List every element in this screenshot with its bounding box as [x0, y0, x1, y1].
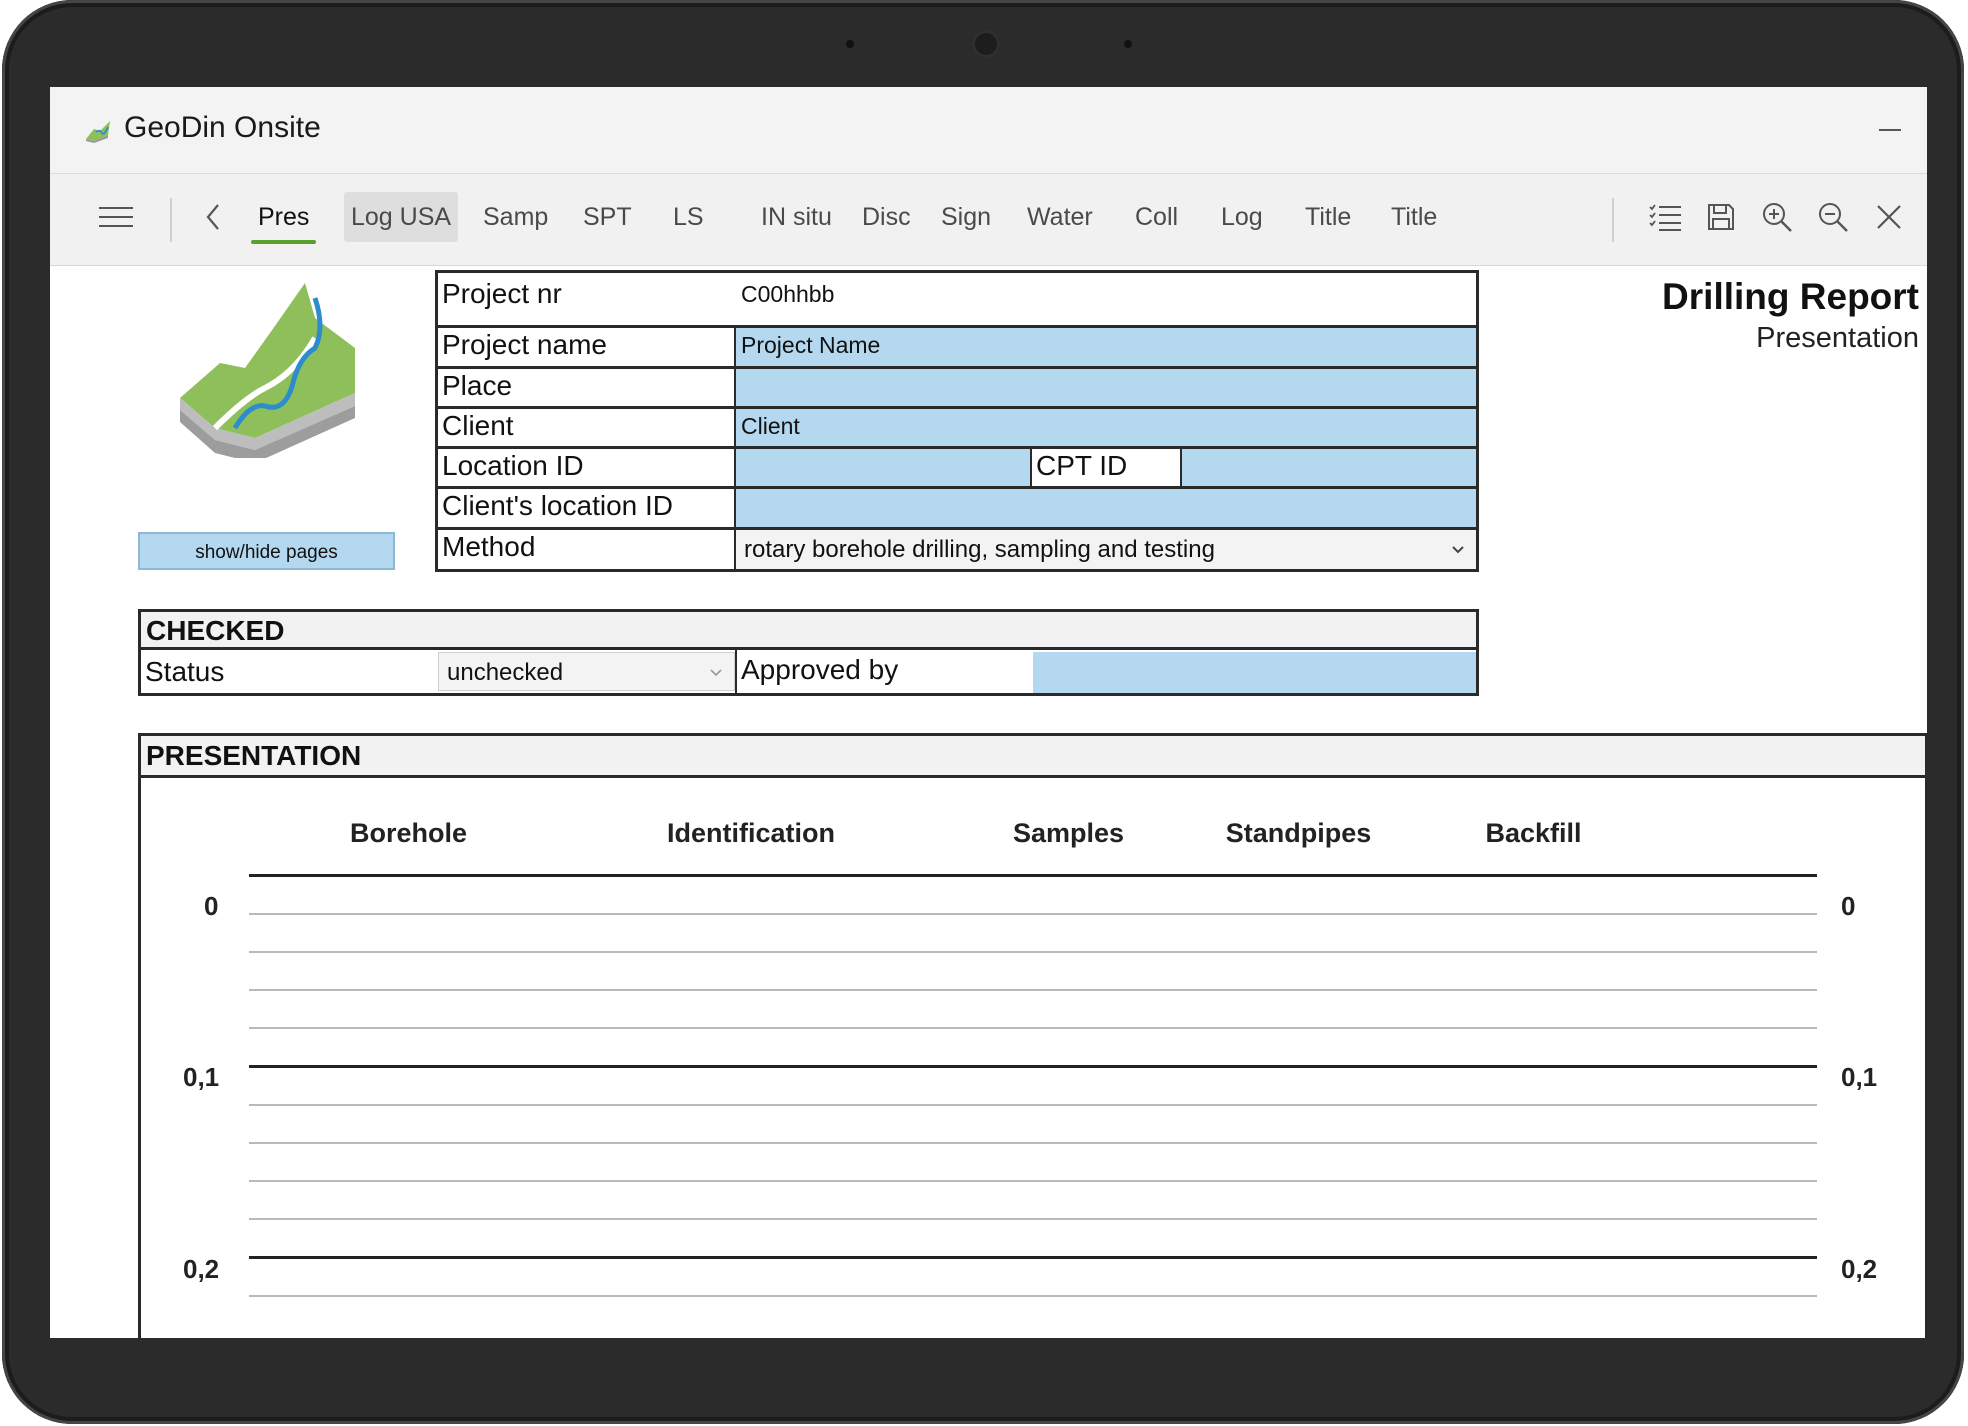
tab-title-2[interactable]: Title: [1384, 192, 1444, 242]
depth-label-left: 0,1: [183, 1062, 220, 1092]
depth-label-right: 0,2: [1841, 1254, 1878, 1284]
tab-sign[interactable]: Sign: [934, 192, 998, 242]
checked-section: CHECKED Status unchecked Approved by: [138, 609, 1479, 696]
approved-by-field[interactable]: [1033, 652, 1476, 693]
app-title: GeoDin Onsite: [124, 111, 321, 144]
status-label: Status: [145, 656, 225, 687]
tab-in-situ[interactable]: IN situ: [754, 192, 839, 242]
presentation-heading: PRESENTATION: [141, 736, 1925, 778]
method-select-value: rotary borehole drilling, sampling and t…: [744, 536, 1215, 563]
location-id-label: Location ID: [438, 449, 736, 486]
client-location-id-label: Client's location ID: [438, 489, 736, 527]
geodin-landscape-logo-icon: [180, 283, 355, 458]
report-title: Drilling Report: [1662, 276, 1919, 317]
tab-pres[interactable]: Pres: [251, 192, 317, 244]
sensor-dot: [846, 40, 854, 48]
camera-lens: [972, 30, 1000, 58]
column-samples: Samples: [1012, 818, 1125, 848]
show-hide-pages-button[interactable]: show/hide pages: [138, 532, 395, 570]
method-label: Method: [438, 530, 736, 569]
depth-gridline: [249, 1180, 1817, 1182]
checked-heading: CHECKED: [141, 612, 1476, 650]
status-select[interactable]: unchecked: [438, 652, 735, 691]
depth-label-right: 0,1: [1841, 1062, 1878, 1092]
depth-gridline: [249, 913, 1817, 915]
zoom-out-icon[interactable]: [1810, 192, 1856, 242]
project-nr-field[interactable]: C00hhbb: [736, 277, 1476, 313]
depth-label-left: 0,2: [183, 1254, 220, 1284]
tab-log-usa[interactable]: Log USA: [344, 192, 459, 242]
depth-gridline-major: [249, 1065, 1817, 1068]
depth-gridline: [249, 1104, 1817, 1106]
depth-gridline: [249, 989, 1817, 991]
cpt-id-field[interactable]: [1182, 449, 1476, 486]
client-field[interactable]: Client: [736, 409, 1476, 446]
report-subtitle: Presentation: [1756, 322, 1919, 354]
client-label: Client: [438, 409, 736, 446]
toolbar-divider: [1612, 198, 1614, 242]
column-backfill: Backfill: [1485, 818, 1582, 848]
zoom-in-icon[interactable]: [1754, 192, 1800, 242]
depth-gridline: [249, 1218, 1817, 1220]
method-select[interactable]: rotary borehole drilling, sampling and t…: [736, 530, 1476, 569]
project-name-field[interactable]: Project Name: [736, 328, 1476, 366]
project-nr-label: Project nr: [442, 278, 562, 309]
tab-disc[interactable]: Disc: [855, 192, 918, 242]
project-info-table: Project nr C00hhbb Project name Project …: [435, 270, 1479, 572]
toolbar: Pres Log USA Samp SPT LS IN situ Disc Si…: [50, 174, 1927, 266]
menu-icon[interactable]: [93, 192, 139, 242]
toolbar-divider: [170, 198, 172, 242]
checklist-icon[interactable]: [1642, 192, 1688, 242]
tab-title[interactable]: Title: [1298, 192, 1358, 242]
project-name-label: Project name: [438, 328, 736, 366]
depth-gridline: [249, 951, 1817, 953]
presentation-section: PRESENTATION Borehole Identification Sam…: [138, 733, 1927, 1338]
place-label: Place: [438, 369, 736, 406]
geodin-logo-icon: [86, 121, 110, 143]
log-top-line: [249, 874, 1817, 877]
client-location-id-field[interactable]: [736, 489, 1476, 527]
column-identification: Identification: [667, 818, 835, 848]
close-icon[interactable]: [1866, 192, 1912, 242]
place-field[interactable]: [736, 369, 1476, 406]
chevron-down-icon: [710, 669, 722, 677]
report-content: show/hide pages Drilling Report Presenta…: [50, 266, 1927, 1338]
depth-gridline: [249, 1027, 1817, 1029]
tab-ls[interactable]: LS: [666, 192, 711, 242]
tab-samp[interactable]: Samp: [476, 192, 555, 242]
save-icon[interactable]: [1698, 192, 1744, 242]
tab-water[interactable]: Water: [1020, 192, 1100, 242]
title-bar: GeoDin Onsite: [50, 87, 1927, 174]
depth-gridline: [249, 1142, 1817, 1144]
chevron-down-icon: [1452, 546, 1464, 554]
column-borehole: Borehole: [349, 818, 468, 848]
depth-label-left: 0: [204, 891, 219, 921]
status-select-value: unchecked: [447, 659, 564, 686]
tab-spt[interactable]: SPT: [576, 192, 639, 242]
cpt-id-label: CPT ID: [1032, 449, 1182, 486]
approved-by-label: Approved by: [735, 650, 1033, 693]
depth-gridline: [249, 1295, 1817, 1297]
depth-label-right: 0: [1841, 891, 1856, 921]
tab-log[interactable]: Log: [1214, 192, 1270, 242]
location-id-field[interactable]: [736, 449, 1032, 486]
back-chevron-icon[interactable]: [190, 192, 236, 242]
sensor-dot: [1124, 40, 1132, 48]
tablet-frame: GeoDin Onsite Pres Log USA Samp SPT LS I…: [2, 0, 1964, 1424]
minimize-button[interactable]: [1869, 109, 1909, 149]
depth-gridline-major: [249, 1256, 1817, 1259]
app-window: GeoDin Onsite Pres Log USA Samp SPT LS I…: [50, 87, 1927, 1338]
tab-coll[interactable]: Coll: [1128, 192, 1185, 242]
column-standpipes: Standpipes: [1225, 818, 1372, 848]
